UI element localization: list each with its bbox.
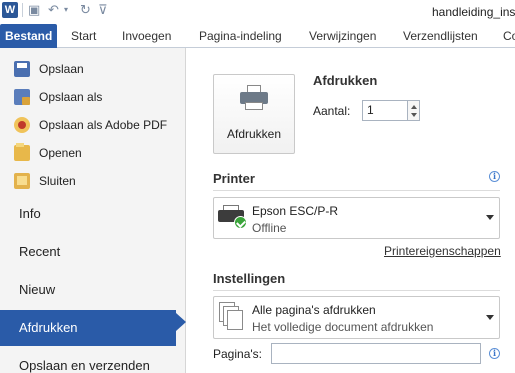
nav-print[interactable]: Afdrukken [0,310,176,346]
tab-pagina-indeling[interactable]: Pagina-indeling [199,24,282,48]
nav-save-label: Opslaan [39,62,84,76]
chevron-down-icon [486,215,494,220]
tab-invoegen[interactable]: Invoegen [122,24,171,48]
printer-icon [240,85,268,111]
nav-save[interactable]: Opslaan [14,59,182,79]
nav-open-label: Openen [39,146,82,160]
pages-input[interactable] [271,343,481,364]
word-app-icon[interactable]: W [2,2,18,18]
nav-save-as-label: Opslaan als [39,90,103,104]
pdf-icon [14,117,30,133]
tab-controleren[interactable]: Co [503,24,515,48]
print-range-title: Alle pagina's afdrukken [252,303,376,317]
quick-access-separator [22,3,23,17]
copies-spinner[interactable] [408,100,420,121]
tab-verwijzingen[interactable]: Verwijzingen [309,24,376,48]
pages-info-icon[interactable]: i [489,348,500,359]
active-nav-arrow [176,313,186,331]
nav-info[interactable]: Info [0,196,186,232]
undo-dropdown-icon[interactable]: ▾ [64,3,68,17]
tab-start[interactable]: Start [71,24,96,48]
printer-properties-link[interactable]: Printereigenschappen [384,244,501,258]
ready-check-icon [234,216,247,229]
printer-device-icon [218,204,247,230]
print-heading: Afdrukken [313,73,378,88]
copies-input[interactable]: 1 [362,100,408,121]
nav-new[interactable]: Nieuw [0,272,186,308]
print-range-select[interactable]: Alle pagina's afdrukken Het volledige do… [213,296,500,339]
copies-label: Aantal: [313,104,351,118]
printer-status: Offline [252,221,287,235]
nav-close-label: Sluiten [39,174,76,188]
close-folder-icon [14,173,30,189]
chevron-down-icon [486,315,494,320]
printer-info-icon[interactable]: i [489,171,500,182]
nav-save-as-pdf[interactable]: Opslaan als Adobe PDF [14,115,182,135]
undo-icon[interactable]: ↶ [48,3,59,17]
nav-recent[interactable]: Recent [0,234,186,270]
tab-bestand[interactable]: Bestand [0,24,58,48]
save-icon [14,61,30,77]
settings-divider [213,290,500,291]
nav-open[interactable]: Openen [14,143,182,163]
title-bar: W ▣ ↶ ▾ ↻ ⊽ handleiding_ins [0,0,515,24]
pages-label: Pagina's: [213,347,262,361]
save-as-icon [14,89,30,105]
printer-select[interactable]: Epson ESC/P-R Offline [213,197,500,239]
save-icon[interactable]: ▣ [28,3,40,17]
print-button-label: Afdrukken [226,127,282,141]
tab-verzendlijsten[interactable]: Verzendlijsten [403,24,478,48]
pages-icon [219,302,245,332]
ribbon-tabs: Bestand Start Invoegen Pagina-indeling V… [0,24,515,48]
printer-divider [213,190,500,191]
redo-icon[interactable]: ↻ [80,3,91,17]
customize-icon[interactable]: ⊽ [98,3,108,17]
printer-name: Epson ESC/P-R [252,204,339,218]
nav-save-as[interactable]: Opslaan als [14,87,182,107]
printer-heading: Printer [213,171,255,186]
settings-heading: Instellingen [213,271,286,286]
nav-save-and-send[interactable]: Opslaan en verzenden [0,348,186,373]
document-title: handleiding_ins [432,5,515,19]
print-range-subtitle: Het volledige document afdrukken [252,320,434,334]
nav-close[interactable]: Sluiten [14,171,182,191]
open-folder-icon [14,143,30,161]
print-button[interactable]: Afdrukken [213,74,295,154]
nav-save-as-pdf-label: Opslaan als Adobe PDF [39,118,168,132]
